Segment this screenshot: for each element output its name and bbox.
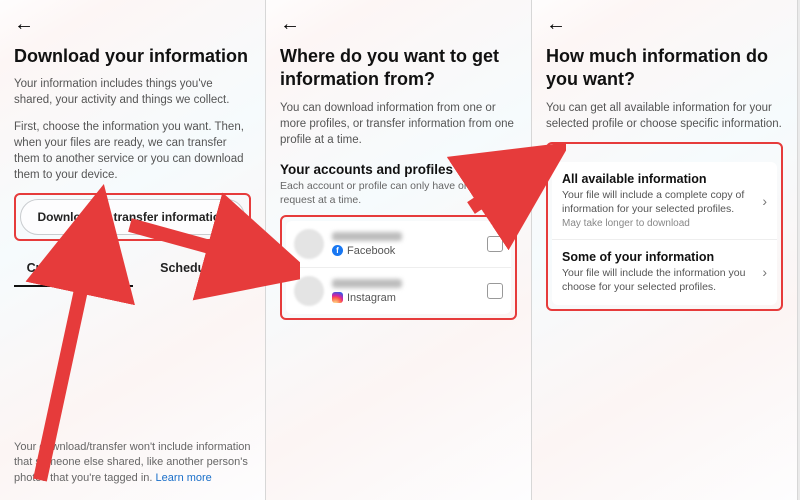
account-list: f Facebook Instagram — [286, 221, 511, 314]
footer-note-text: Your download/transfer won't include inf… — [14, 441, 251, 484]
back-row: ← — [280, 10, 517, 45]
tabs: Current Activity Scheduled — [14, 253, 251, 287]
option-text: Some of your information Your file will … — [562, 250, 756, 294]
avatar — [294, 276, 324, 306]
page-title: Download your information — [14, 45, 251, 68]
highlight-box-download-btn: Download or transfer information — [14, 193, 251, 241]
download-transfer-button[interactable]: Download or transfer information — [20, 199, 245, 235]
option-all-information[interactable]: All available information Your file will… — [552, 162, 777, 240]
accounts-header-row: Your accounts and profiles Select all — [280, 162, 517, 177]
highlight-box-options: All available information Your file will… — [546, 142, 783, 311]
page-title: Where do you want to get information fro… — [280, 45, 517, 92]
account-name-redacted — [332, 279, 402, 288]
page-title: How much information do you want? — [546, 45, 783, 92]
chevron-right-icon: › — [762, 264, 767, 280]
back-icon[interactable]: ← — [280, 13, 300, 35]
options-list: All available information Your file will… — [552, 162, 777, 305]
tab-current-activity[interactable]: Current Activity — [14, 253, 133, 287]
option-desc: Your file will include a complete copy o… — [562, 188, 756, 216]
intro-text-2: First, choose the information you want. … — [14, 119, 251, 183]
instagram-icon — [332, 292, 343, 303]
back-row: ← — [14, 10, 251, 45]
select-all-link[interactable]: Select all — [465, 163, 517, 177]
account-item-instagram[interactable]: Instagram — [286, 268, 511, 314]
learn-more-link[interactable]: Learn more — [156, 472, 212, 484]
platform-label: Instagram — [347, 292, 396, 304]
chevron-right-icon: › — [762, 193, 767, 209]
checkbox[interactable] — [487, 236, 503, 252]
facebook-icon: f — [332, 245, 343, 256]
panel-select-accounts: ← Where do you want to get information f… — [266, 0, 532, 500]
accounts-subnote: Each account or profile can only have on… — [280, 179, 517, 207]
panel-download-info: ← Download your information Your informa… — [0, 0, 266, 500]
account-name-redacted — [332, 232, 402, 241]
account-platform: f Facebook — [332, 245, 487, 257]
back-row: ← — [546, 10, 783, 45]
option-title: Some of your information — [562, 250, 756, 264]
panel-choose-amount: ← How much information do you want? You … — [532, 0, 798, 500]
account-platform: Instagram — [332, 292, 487, 304]
checkbox[interactable] — [487, 283, 503, 299]
back-icon[interactable]: ← — [14, 13, 34, 35]
intro-text: You can download information from one or… — [280, 100, 517, 148]
option-desc: Your file will include the information y… — [562, 266, 756, 294]
footer-note: Your download/transfer won't include inf… — [14, 412, 251, 486]
back-icon[interactable]: ← — [546, 13, 566, 35]
option-some-information[interactable]: Some of your information Your file will … — [552, 240, 777, 304]
avatar — [294, 229, 324, 259]
intro-text-1: Your information includes things you've … — [14, 76, 251, 108]
option-note: May take longer to download — [562, 218, 756, 229]
option-text: All available information Your file will… — [562, 172, 756, 229]
highlight-box-accounts: f Facebook Instagram — [280, 215, 517, 320]
accounts-subhead: Your accounts and profiles — [280, 162, 453, 177]
tab-scheduled[interactable]: Scheduled — [133, 253, 252, 287]
account-text: Instagram — [332, 279, 487, 304]
option-title: All available information — [562, 172, 756, 186]
account-item-facebook[interactable]: f Facebook — [286, 221, 511, 268]
platform-label: Facebook — [347, 245, 395, 257]
intro-text: You can get all available information fo… — [546, 100, 783, 132]
account-text: f Facebook — [332, 232, 487, 257]
